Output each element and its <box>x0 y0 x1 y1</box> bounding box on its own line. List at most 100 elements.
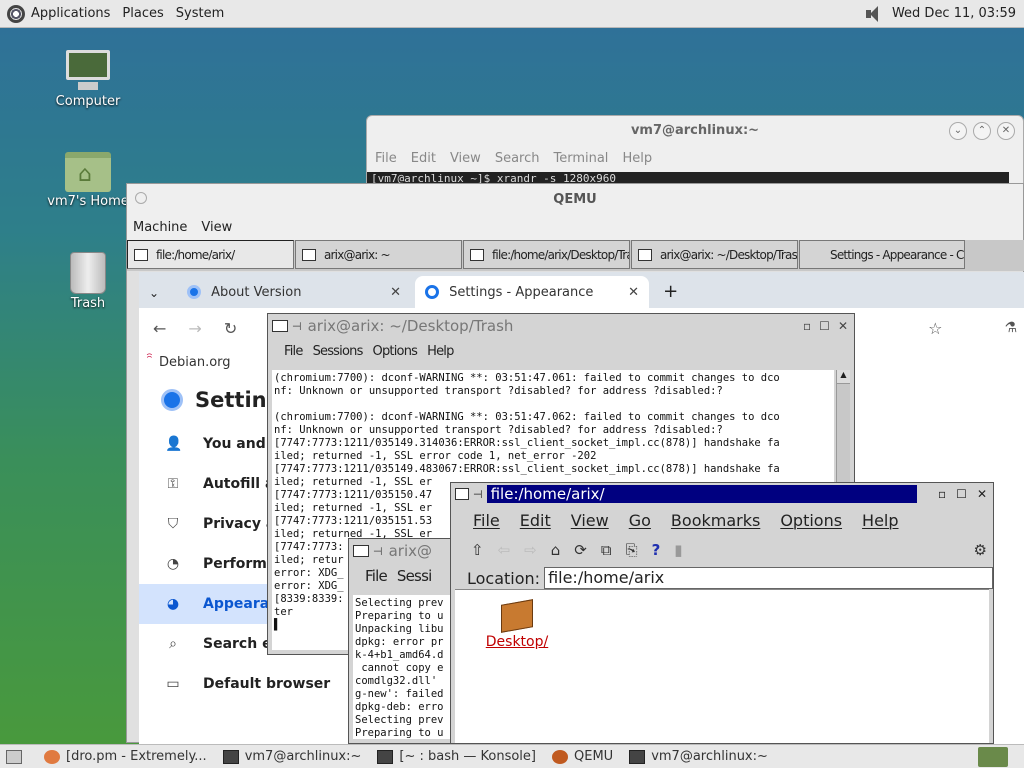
konqueror-title-bar[interactable]: ⊣ file:/home/arix/ ▫ ☐ ✕ <box>451 483 993 505</box>
konq-menu-help[interactable]: Help <box>862 511 898 530</box>
terminal-line: Preparing to u <box>355 610 444 622</box>
task-qemu[interactable]: QEMU <box>546 746 619 768</box>
tab-about-version[interactable]: About Version ✕ <box>177 276 411 308</box>
system-menu[interactable]: System <box>176 6 224 21</box>
terminal-line: [7747:7773:1211/035149.314036:ERROR:ssl_… <box>274 437 780 449</box>
pin-icon[interactable]: ⊣ <box>373 545 383 558</box>
xterm-menu-file[interactable]: File <box>365 567 388 585</box>
terminal-menu-search[interactable]: Search <box>495 146 540 172</box>
task-terminal-1[interactable]: vm7@archlinux:~ <box>217 746 368 768</box>
stop-icon[interactable]: ▮ <box>674 541 682 559</box>
konq-menu-edit[interactable]: Edit <box>520 511 551 530</box>
maximize-button[interactable]: ⌃ <box>973 122 991 140</box>
palette-icon: ◕ <box>166 596 180 612</box>
back-icon[interactable]: ← <box>153 319 166 338</box>
task-browser[interactable]: [dro.pm - Extremely... <box>38 746 213 768</box>
xterm-menu-options[interactable]: Options <box>373 344 418 359</box>
close-button[interactable]: ✕ <box>838 319 848 333</box>
terminal-menu-file[interactable]: File <box>375 146 397 172</box>
xterm-title-bar[interactable]: ⊣ arix@ <box>349 539 457 563</box>
window-icon <box>134 248 148 261</box>
copy-icon[interactable]: ⧉ <box>601 541 612 559</box>
workspace-switcher[interactable] <box>972 746 1020 768</box>
file-item-desktop[interactable]: Desktop/ <box>477 599 557 650</box>
guest-task-label: file:/home/arix/Desktop/Trash/ <box>492 247 629 262</box>
xterm-title-bar[interactable]: ⊣ arix@arix: ~/Desktop/Trash ▫ ☐ ✕ <box>268 314 854 338</box>
konqueror-toolbar: ⇧ ⇦ ⇨ ⌂ ⟳ ⧉ ⎘ ? ▮ ⚙ <box>451 535 993 565</box>
back-icon[interactable]: ⇦ <box>498 541 511 559</box>
terminal-line: (chromium:7700): dconf-WARNING **: 03:51… <box>274 372 780 384</box>
maximize-button[interactable]: ☐ <box>956 487 967 501</box>
terminal-window-title[interactable]: vm7@archlinux:~ <box>367 116 1023 146</box>
location-input[interactable]: file:/home/arix <box>544 567 993 589</box>
desktop-icon-computer[interactable]: Computer <box>33 50 143 109</box>
guest-task-xterm-trash[interactable]: arix@arix: ~/Desktop/Trash <box>631 240 798 269</box>
xterm-menu-file[interactable]: File <box>284 344 303 359</box>
qemu-title-bar[interactable]: QEMU <box>127 184 1023 216</box>
guest-task-xterm-home[interactable]: arix@arix: ~ <box>295 240 462 269</box>
konqueror-title: file:/home/arix/ <box>486 485 917 503</box>
pin-icon[interactable]: ⊣ <box>473 488 483 501</box>
home-icon[interactable]: ⌂ <box>551 541 561 559</box>
bookmark-debian[interactable]: Debian.org <box>159 355 231 370</box>
clock[interactable]: Wed Dec 11, 03:59 <box>892 6 1016 21</box>
bookmark-star-icon[interactable]: ☆ <box>928 319 982 338</box>
new-tab-button[interactable]: + <box>663 281 678 302</box>
konq-menu-go[interactable]: Go <box>629 511 651 530</box>
forward-icon[interactable]: → <box>188 319 201 338</box>
home-folder-icon <box>65 152 111 192</box>
terminal-menu-help[interactable]: Help <box>622 146 652 172</box>
konq-menu-options[interactable]: Options <box>780 511 842 530</box>
terminal-menu-view[interactable]: View <box>450 146 481 172</box>
tab-search-icon[interactable]: ⌄ <box>149 286 159 300</box>
help-icon[interactable]: ? <box>652 541 661 559</box>
qemu-menu-machine[interactable]: Machine <box>133 216 187 240</box>
debian-logo-icon[interactable] <box>7 4 25 23</box>
close-tab-icon[interactable]: ✕ <box>390 285 401 300</box>
xterm-menu-help[interactable]: Help <box>427 344 454 359</box>
konq-menu-bookmarks[interactable]: Bookmarks <box>671 511 760 530</box>
xterm-menu-sessions[interactable]: Sessions <box>313 344 364 359</box>
tab-settings-appearance[interactable]: Settings - Appearance ✕ <box>415 276 650 308</box>
terminal-menu-edit[interactable]: Edit <box>411 146 436 172</box>
guest-task-trash[interactable]: file:/home/arix/Desktop/Trash/ <box>463 240 630 269</box>
volume-icon[interactable] <box>864 5 884 23</box>
terminal-line: comdlg32.dll' <box>355 675 438 687</box>
labs-flask-icon[interactable]: ⚗ <box>1004 320 1024 336</box>
pin-icon[interactable]: ⊣ <box>292 320 302 333</box>
terminal-line: Unpacking libu <box>355 623 444 635</box>
window-menu-icon[interactable] <box>135 192 147 204</box>
scroll-up-icon[interactable]: ▲ <box>837 370 850 384</box>
file-view[interactable]: Desktop/ <box>455 589 989 743</box>
close-button[interactable]: ✕ <box>997 122 1015 140</box>
terminal-menu-terminal[interactable]: Terminal <box>553 146 608 172</box>
paste-icon[interactable]: ⎘ <box>626 541 638 559</box>
task-konsole[interactable]: [~ : bash — Konsole] <box>371 746 542 768</box>
close-button[interactable]: ✕ <box>977 487 987 501</box>
xterm-output[interactable]: Selecting prev Preparing to u Unpacking li… <box>353 595 453 739</box>
places-menu[interactable]: Places <box>122 6 163 21</box>
minimize-button[interactable]: ▫ <box>803 319 811 333</box>
minimize-button[interactable]: ▫ <box>938 487 946 501</box>
maximize-button[interactable]: ☐ <box>819 319 830 333</box>
task-terminal-2[interactable]: vm7@archlinux:~ <box>623 746 774 768</box>
settings-gear-icon <box>425 285 440 299</box>
reload-icon[interactable]: ⟳ <box>574 541 587 559</box>
konq-menu-view[interactable]: View <box>571 511 609 530</box>
qemu-menu-view[interactable]: View <box>201 216 232 240</box>
guest-task-chromium[interactable]: Settings - Appearance - Chromi... <box>799 240 965 269</box>
minimize-button[interactable]: ⌄ <box>949 122 967 140</box>
task-label: [~ : bash — Konsole] <box>399 749 536 764</box>
up-icon[interactable]: ⇧ <box>471 541 484 559</box>
konq-menu-file[interactable]: File <box>473 511 500 530</box>
close-tab-icon[interactable]: ✕ <box>628 285 639 300</box>
forward-icon[interactable]: ⇨ <box>524 541 537 559</box>
reload-icon[interactable]: ↻ <box>224 319 237 338</box>
show-desktop-icon[interactable] <box>0 746 34 768</box>
guest-task-konqueror[interactable]: file:/home/arix/ <box>127 240 294 269</box>
xterm-home-window[interactable]: ⊣ arix@ File Sessi Selecting prev Prepari… <box>348 538 458 744</box>
konqueror-window[interactable]: ⊣ file:/home/arix/ ▫ ☐ ✕ File Edit View … <box>450 482 994 744</box>
applications-menu[interactable]: Applications <box>31 6 110 21</box>
xterm-menu-sessions[interactable]: Sessi <box>397 567 432 585</box>
xterm-title: arix@ <box>388 542 432 560</box>
